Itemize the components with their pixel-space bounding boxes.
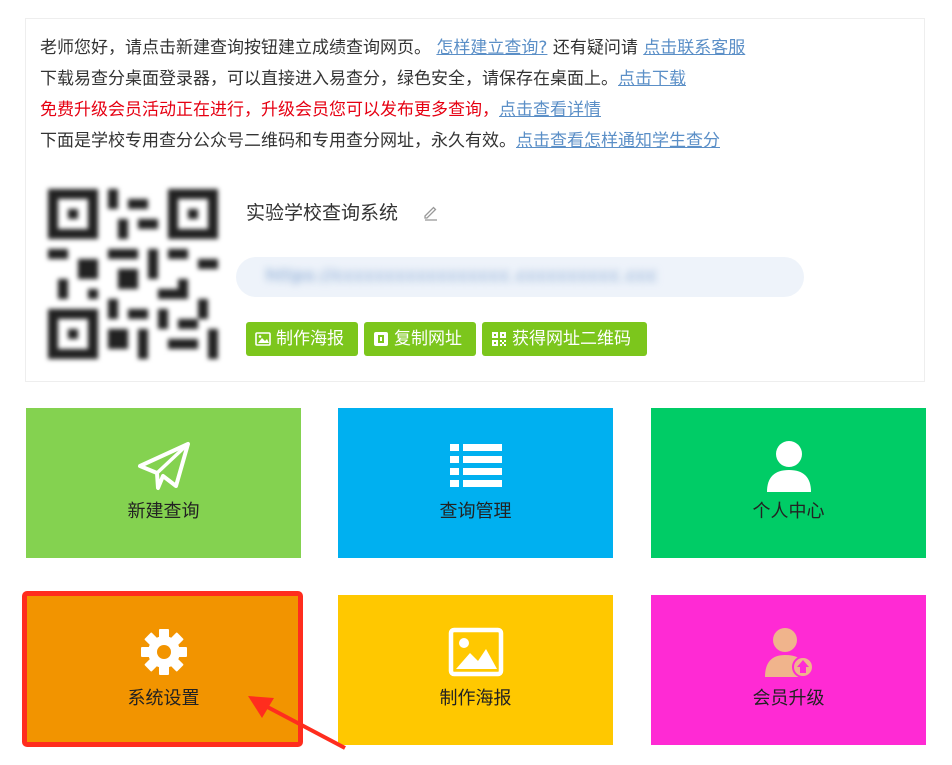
tile-query-management-label: 查询管理 [439, 501, 512, 522]
notice-line-1: 老师您好，请点击新建查询按钮建立成绩查询网页。 怎样建立查询? 还有疑问请 点击… [40, 37, 745, 59]
how-to-create-link[interactable]: 怎样建立查询? [436, 38, 547, 58]
paper-plane-icon [138, 442, 190, 490]
qr-code-image [48, 189, 218, 359]
notice-3-text: 免费升级会员活动正在进行，升级会员您可以发布更多查询， [40, 100, 499, 120]
notice-1-middle: 还有疑问请 [552, 38, 638, 58]
gear-icon [141, 629, 187, 675]
download-link[interactable]: 点击下载 [618, 69, 686, 89]
notify-students-link[interactable]: 点击查看怎样通知学生查分 [516, 131, 720, 151]
tile-new-query-label: 新建查询 [127, 501, 200, 522]
notice-1-text: 老师您好，请点击新建查询按钮建立成绩查询网页。 [40, 38, 431, 58]
tile-make-poster[interactable]: 制作海报 [338, 595, 613, 745]
user-icon [767, 441, 811, 492]
tile-system-settings[interactable]: 系统设置 [26, 595, 301, 745]
info-panel: 老师您好，请点击新建查询按钮建立成绩查询网页。 怎样建立查询? 还有疑问请 点击… [25, 18, 925, 382]
get-url-qr-button[interactable]: 获得网址二维码 [482, 322, 647, 356]
tile-query-management[interactable]: 查询管理 [338, 408, 613, 558]
notice-line-3: 免费升级会员活动正在进行，升级会员您可以发布更多查询，点击查看详情 [40, 99, 601, 121]
tile-personal-center-label: 个人中心 [752, 501, 825, 522]
tile-membership-upgrade[interactable]: 会员升级 [651, 595, 926, 745]
qr-code-icon [492, 332, 506, 346]
image-icon [255, 332, 271, 346]
user-upgrade-icon [765, 628, 814, 678]
notice-line-2: 下载易查分桌面登录器，可以直接进入易查分，绿色安全，请保存在桌面上。点击下载 [40, 68, 686, 90]
view-details-link[interactable]: 点击查看详情 [499, 100, 601, 120]
make-poster-button[interactable]: 制作海报 [246, 322, 358, 356]
tile-new-query[interactable]: 新建查询 [26, 408, 301, 558]
make-poster-label: 制作海报 [276, 329, 344, 349]
copy-url-label: 复制网址 [394, 329, 462, 349]
notice-4-text: 下面是学校专用查分公众号二维码和专用查分网址，永久有效。 [40, 131, 516, 151]
copy-url-button[interactable]: 复制网址 [364, 322, 476, 356]
notice-2-text: 下载易查分桌面登录器，可以直接进入易查分，绿色安全，请保存在桌面上。 [40, 69, 618, 89]
school-url-field: https://ccccccccccccccccc.cccccccccc.ccc [236, 257, 804, 297]
list-icon [450, 444, 502, 487]
get-url-qr-label: 获得网址二维码 [512, 329, 631, 349]
school-name: 实验学校查询系统 [246, 202, 399, 224]
tile-system-settings-label: 系统设置 [127, 688, 200, 709]
pencil-icon[interactable] [422, 203, 440, 221]
notice-line-4: 下面是学校专用查分公众号二维码和专用查分网址，永久有效。点击查看怎样通知学生查分 [40, 130, 720, 152]
image-icon [448, 627, 504, 677]
tile-make-poster-label: 制作海报 [439, 688, 512, 709]
tile-personal-center[interactable]: 个人中心 [651, 408, 926, 558]
contact-support-link[interactable]: 点击联系客服 [643, 38, 745, 58]
school-url-text: https://ccccccccccccccccc.cccccccccc.ccc [266, 266, 659, 286]
tile-membership-upgrade-label: 会员升级 [752, 688, 825, 709]
copy-icon [374, 332, 388, 346]
